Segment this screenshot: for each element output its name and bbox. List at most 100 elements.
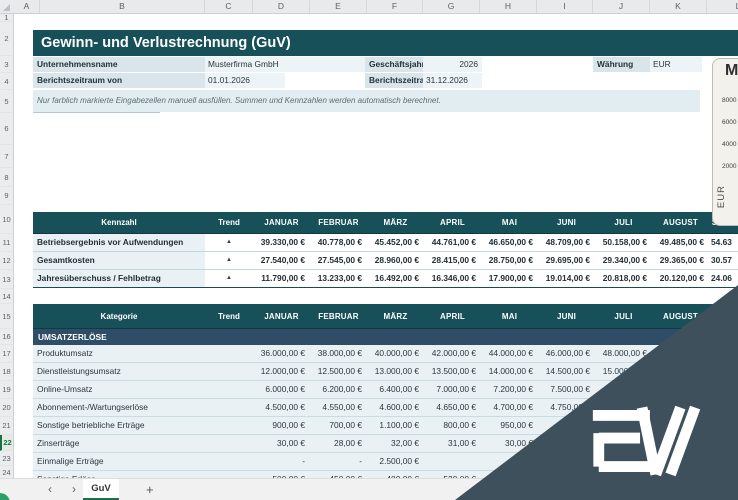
row-header-1[interactable]: 1 [0, 13, 14, 22]
kpi-cell[interactable]: 46.650,00 € [481, 234, 538, 251]
kpi-cell[interactable]: 54.63 [709, 234, 738, 251]
column-header-L[interactable]: L [707, 0, 738, 13]
kpi-cell[interactable]: 20.120,00 € [652, 270, 709, 287]
detail-cell[interactable]: 700,00 € [310, 417, 367, 434]
company-value-cell[interactable]: Musterfirma GmbH [205, 57, 365, 72]
detail-cell[interactable]: 2.500,00 € [367, 453, 424, 470]
column-header-J[interactable]: J [593, 0, 650, 13]
detail-cell[interactable]: 36.000,00 € [253, 345, 310, 362]
detail-row[interactable]: Produktumsatz 36.000,00 €38.000,00 €40.00… [33, 345, 738, 363]
kpi-cell[interactable]: 28.960,00 € [367, 252, 424, 269]
detail-cell[interactable]: 6.000,00 € [253, 381, 310, 398]
row-header-13[interactable]: 13 [0, 270, 14, 289]
kpi-cell[interactable]: 17.900,00 € [481, 270, 538, 287]
row-header-12[interactable]: 12 [0, 252, 14, 270]
detail-cell[interactable]: 800,00 € [424, 417, 481, 434]
kpi-cell[interactable]: 45.452,00 € [367, 234, 424, 251]
row-header-4[interactable]: 4 [0, 73, 14, 90]
kpi-cell[interactable]: 13.233,00 € [310, 270, 367, 287]
row-header-15[interactable]: 15 [0, 304, 14, 329]
detail-cell[interactable]: 950,00 € [481, 417, 538, 434]
kpi-cell[interactable]: 49.485,00 € [652, 234, 709, 251]
period-from-value-cell[interactable]: 01.01.2026 [205, 73, 285, 88]
mini-chart-panel[interactable]: M 8000 6000 4000 2000 EUR [712, 58, 738, 226]
kpi-cell[interactable]: 11.790,00 € [253, 270, 310, 287]
detail-cell[interactable]: 6.400,00 € [367, 381, 424, 398]
detail-cell[interactable]: 4.500,00 € [253, 399, 310, 416]
row-header-17[interactable]: 17 [0, 345, 14, 363]
detail-cell[interactable] [424, 453, 481, 470]
row-header-21[interactable]: 21 [0, 417, 14, 435]
currency-label-cell[interactable]: Währung [593, 57, 650, 72]
add-sheet-button[interactable]: + [146, 479, 154, 500]
row-header-7[interactable]: 7 [0, 145, 14, 168]
column-header-I[interactable]: I [537, 0, 593, 13]
column-header-H[interactable]: H [480, 0, 537, 13]
row-header-20[interactable]: 20 [0, 399, 14, 417]
column-header-K[interactable]: K [650, 0, 707, 13]
row-header-22[interactable]: 22 [0, 435, 14, 451]
detail-cell[interactable]: 14.000,00 € [481, 363, 538, 380]
detail-cell[interactable]: 6.200,00 € [310, 381, 367, 398]
detail-cell[interactable]: 7.000,00 € [424, 381, 481, 398]
kpi-cell[interactable]: 24.06 [709, 270, 738, 287]
fiscal-year-label-cell[interactable]: Geschäftsjahr [365, 57, 423, 72]
report-title-cell[interactable]: Gewinn- und Verlustrechnung (GuV) [33, 30, 738, 56]
row-header-8[interactable]: 8 [0, 168, 14, 187]
row-header-9[interactable]: 9 [0, 187, 14, 205]
detail-cell[interactable]: 44.000,00 € [481, 345, 538, 362]
period-to-value-cell[interactable]: 31.12.2026 [423, 73, 482, 88]
kpi-cell[interactable]: 44.761,00 € [424, 234, 481, 251]
column-header-F[interactable]: F [367, 0, 423, 13]
kpi-table-header[interactable]: Kennzahl Trend JANUAR FEBRUAR MÄRZ APRIL MAI… [33, 212, 738, 234]
detail-cell[interactable]: 14.500,00 € [538, 363, 595, 380]
detail-cell[interactable]: 4.700,00 € [481, 399, 538, 416]
row-header-10[interactable]: 10 [0, 205, 14, 234]
row-header-6[interactable]: 6 [0, 113, 14, 145]
detail-cell[interactable]: 1.100,00 € [367, 417, 424, 434]
kpi-cell[interactable]: 16.346,00 € [424, 270, 481, 287]
kpi-cell[interactable]: 30.57 [709, 252, 738, 269]
column-header-E[interactable]: E [310, 0, 367, 13]
kpi-cell[interactable]: 29.365,00 € [652, 252, 709, 269]
detail-cell[interactable]: 7.200,00 € [481, 381, 538, 398]
kpi-cell[interactable]: 19.014,00 € [538, 270, 595, 287]
company-label-cell[interactable]: Unternehmensname [33, 57, 205, 72]
kpi-cell[interactable]: 28.750,00 € [481, 252, 538, 269]
detail-cell[interactable]: 12.500,00 € [310, 363, 367, 380]
kpi-cell[interactable]: 27.545,00 € [310, 252, 367, 269]
detail-cell[interactable]: 40.000,00 € [367, 345, 424, 362]
fiscal-year-value-cell[interactable]: 2026 [423, 57, 482, 72]
column-header-B[interactable]: B [40, 0, 205, 13]
next-sheet-arrow[interactable]: › [72, 479, 76, 500]
column-header-D[interactable]: D [253, 0, 310, 13]
row-header-23[interactable]: 23 [0, 451, 14, 466]
period-from-label-cell[interactable]: Berichtszeitraum von [33, 73, 205, 88]
currency-value-cell[interactable]: EUR [650, 57, 702, 72]
kpi-cell[interactable]: 29.695,00 € [538, 252, 595, 269]
detail-cell[interactable]: - [310, 453, 367, 470]
detail-cell[interactable]: 4.600,00 € [367, 399, 424, 416]
kpi-cell[interactable]: 29.340,00 € [595, 252, 652, 269]
detail-cell[interactable]: 28,00 € [310, 435, 367, 452]
kpi-cell[interactable]: 39.330,00 € [253, 234, 310, 251]
kpi-cell[interactable]: 28.415,00 € [424, 252, 481, 269]
row-header-5[interactable]: 5 [0, 90, 14, 113]
detail-cell[interactable]: 13.500,00 € [424, 363, 481, 380]
detail-cell[interactable]: 31,00 € [424, 435, 481, 452]
detail-cell[interactable]: 4.550,00 € [310, 399, 367, 416]
detail-cell[interactable]: 46.000,00 € [538, 345, 595, 362]
kpi-row[interactable]: Gesamtkosten ▲ 27.540,00 €27.545,00 €28.96… [33, 252, 738, 270]
kpi-cell[interactable]: 48.709,00 € [538, 234, 595, 251]
select-all-button[interactable] [3, 4, 10, 11]
row-header-14[interactable]: 14 [0, 289, 14, 304]
sheet-tab-guv[interactable]: GuV [83, 479, 119, 500]
detail-cell[interactable]: 7.500,00 € [538, 381, 595, 398]
kpi-cell[interactable]: 27.540,00 € [253, 252, 310, 269]
row-header-2[interactable]: 2 [0, 22, 14, 56]
detail-cell[interactable]: - [253, 453, 310, 470]
detail-cell[interactable]: 900,00 € [253, 417, 310, 434]
column-header-C[interactable]: C [205, 0, 253, 13]
period-to-label-cell[interactable]: Berichtszeitraum bis [365, 73, 423, 88]
prev-sheet-arrow[interactable]: ‹ [48, 479, 52, 500]
